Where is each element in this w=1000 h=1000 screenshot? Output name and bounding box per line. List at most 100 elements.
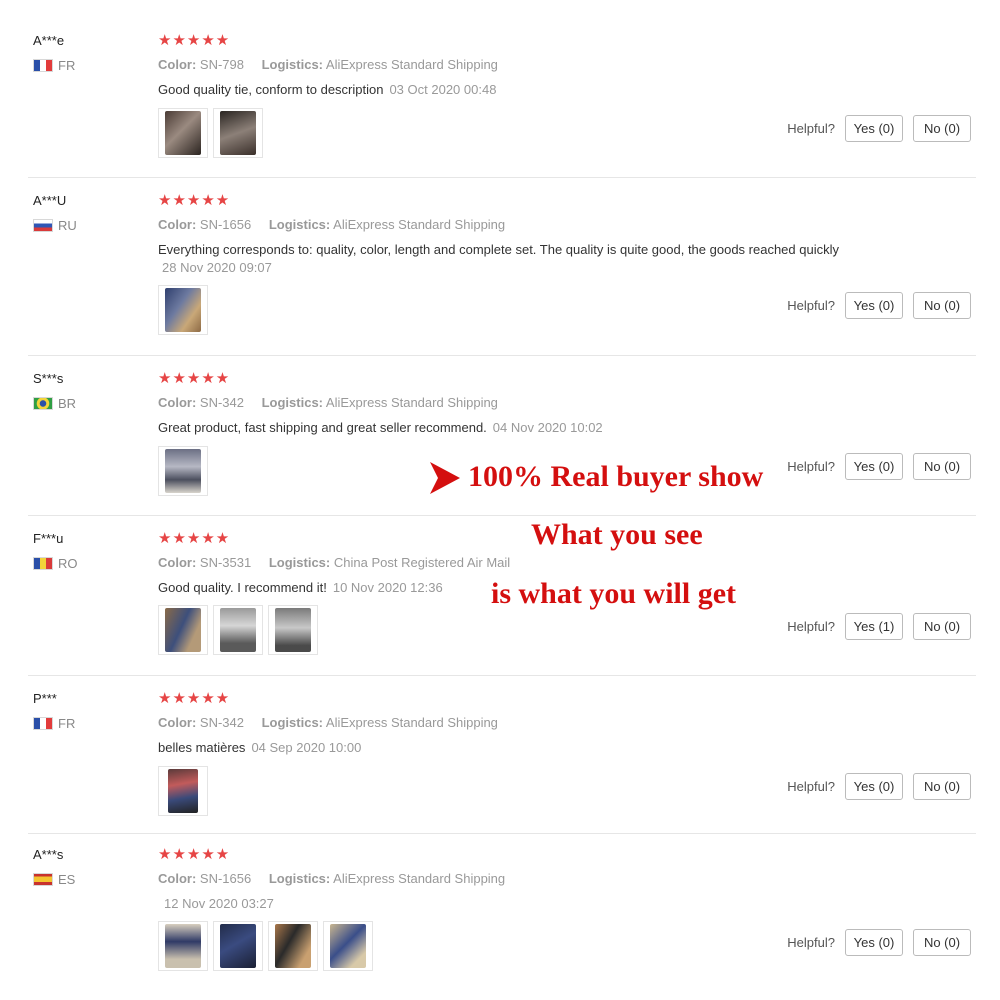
color-label: Color: (158, 57, 197, 72)
helpful-no-button[interactable]: No (0) (913, 115, 971, 142)
review-meta: Color: SN-1656 Logistics: AliExpress Sta… (158, 217, 505, 232)
review-image-thumbnail[interactable] (323, 921, 373, 971)
star-rating: ★★★★★ (158, 192, 231, 209)
country-code: RU (58, 218, 77, 233)
helpful-no-button[interactable]: No (0) (913, 613, 971, 640)
helpful-yes-button[interactable]: Yes (1) (845, 613, 903, 640)
review-meta: Color: SN-3531 Logistics: China Post Reg… (158, 555, 510, 570)
review-image-thumbnail[interactable] (158, 446, 208, 496)
review-image-thumbnail[interactable] (213, 921, 263, 971)
country-code: FR (58, 716, 76, 731)
review-image-thumbnail[interactable] (158, 921, 208, 971)
helpful-label: Helpful? (787, 121, 835, 136)
reviewer-name: A***e (33, 33, 65, 48)
review-meta: Color: SN-342 Logistics: AliExpress Stan… (158, 395, 498, 410)
star-rating: ★★★★★ (158, 32, 231, 49)
helpful-vote: Helpful? Yes (0) No (0) (787, 115, 971, 142)
reviewer-name: P*** (33, 691, 57, 706)
helpful-no-button[interactable]: No (0) (913, 292, 971, 319)
divider (28, 355, 976, 356)
arrow-right-icon (430, 462, 460, 494)
review-date: 03 Oct 2020 00:48 (389, 82, 497, 97)
review-text: Good quality tie, conform to description… (158, 81, 898, 99)
helpful-no-button[interactable]: No (0) (913, 773, 971, 800)
france-flag-icon (33, 59, 53, 72)
review-image-thumbnail[interactable] (158, 108, 208, 158)
spain-flag-icon (33, 873, 53, 886)
france-flag-icon (33, 717, 53, 730)
helpful-yes-button[interactable]: Yes (0) (845, 453, 903, 480)
helpful-vote: Helpful? Yes (0) No (0) (787, 292, 971, 319)
review-body: Great product, fast shipping and great s… (158, 420, 487, 435)
review-date: 12 Nov 2020 03:27 (164, 896, 274, 911)
brazil-flag-icon (33, 397, 53, 410)
helpful-yes-button[interactable]: Yes (0) (845, 115, 903, 142)
logistics-value: AliExpress Standard Shipping (333, 217, 506, 232)
reviewer-country: FR (33, 716, 75, 731)
reviewer-name: S***s (33, 371, 64, 386)
reviewer-country: BR (33, 396, 76, 411)
color-label: Color: (158, 555, 197, 570)
review-text: Everything corresponds to: quality, colo… (158, 241, 898, 277)
country-code: FR (58, 58, 76, 73)
review-image-thumbnail[interactable] (158, 285, 208, 335)
review-image-thumbnail[interactable] (268, 605, 318, 655)
divider (28, 833, 976, 834)
overlay-subline-2: is what you will get (491, 577, 737, 610)
review-image-thumbnail[interactable] (158, 766, 208, 816)
review-body: Good quality tie, conform to description (158, 82, 384, 97)
divider (28, 515, 976, 516)
helpful-no-button[interactable]: No (0) (913, 453, 971, 480)
reviewer-country: ES (33, 872, 75, 887)
review-meta: Color: SN-798 Logistics: AliExpress Stan… (158, 57, 498, 72)
star-rating: ★★★★★ (158, 846, 231, 863)
review-image-thumbnail[interactable] (268, 921, 318, 971)
helpful-label: Helpful? (787, 459, 835, 474)
logistics-label: Logistics: (261, 57, 324, 72)
review-image-thumbnail[interactable] (158, 605, 208, 655)
logistics-value: China Post Registered Air Mail (333, 555, 511, 570)
logistics-value: AliExpress Standard Shipping (325, 715, 498, 730)
helpful-no-button[interactable]: No (0) (913, 929, 971, 956)
logistics-label: Logistics: (261, 715, 324, 730)
review-images (158, 605, 318, 655)
review-images (158, 766, 208, 816)
helpful-vote: Helpful? Yes (0) No (0) (787, 929, 971, 956)
color-label: Color: (158, 395, 197, 410)
romania-flag-icon (33, 557, 53, 570)
logistics-label: Logistics: (268, 217, 331, 232)
review-meta: Color: SN-342 Logistics: AliExpress Stan… (158, 715, 498, 730)
logistics-value: AliExpress Standard Shipping (325, 57, 498, 72)
helpful-yes-button[interactable]: Yes (0) (845, 773, 903, 800)
logistics-label: Logistics: (261, 395, 324, 410)
divider (28, 675, 976, 676)
review-image-thumbnail[interactable] (213, 108, 263, 158)
logistics-value: AliExpress Standard Shipping (325, 395, 498, 410)
helpful-label: Helpful? (787, 298, 835, 313)
review-text: 12 Nov 2020 03:27 (158, 895, 898, 913)
color-label: Color: (158, 715, 197, 730)
logistics-label: Logistics: (268, 871, 331, 886)
review-image-thumbnail[interactable] (213, 605, 263, 655)
review-images (158, 108, 263, 158)
star-rating: ★★★★★ (158, 530, 231, 547)
review-date: 04 Sep 2020 10:00 (251, 740, 362, 755)
helpful-yes-button[interactable]: Yes (0) (845, 929, 903, 956)
helpful-yes-button[interactable]: Yes (0) (845, 292, 903, 319)
color-value: SN-1656 (199, 217, 252, 232)
review-date: 28 Nov 2020 09:07 (162, 260, 272, 275)
logistics-value: AliExpress Standard Shipping (333, 871, 506, 886)
color-value: SN-1656 (199, 871, 252, 886)
reviewer-country: RO (33, 556, 78, 571)
review-images (158, 285, 208, 335)
review-meta: Color: SN-1656 Logistics: AliExpress Sta… (158, 871, 505, 886)
helpful-vote: Helpful? Yes (1) No (0) (787, 613, 971, 640)
star-rating: ★★★★★ (158, 370, 231, 387)
helpful-vote: Helpful? Yes (0) No (0) (787, 453, 971, 480)
reviewer-name: A***s (33, 847, 64, 862)
helpful-vote: Helpful? Yes (0) No (0) (787, 773, 971, 800)
reviewer-name: A***U (33, 193, 67, 208)
color-value: SN-798 (199, 57, 244, 72)
review-date: 10 Nov 2020 12:36 (332, 580, 443, 595)
reviewer-country: RU (33, 218, 77, 233)
